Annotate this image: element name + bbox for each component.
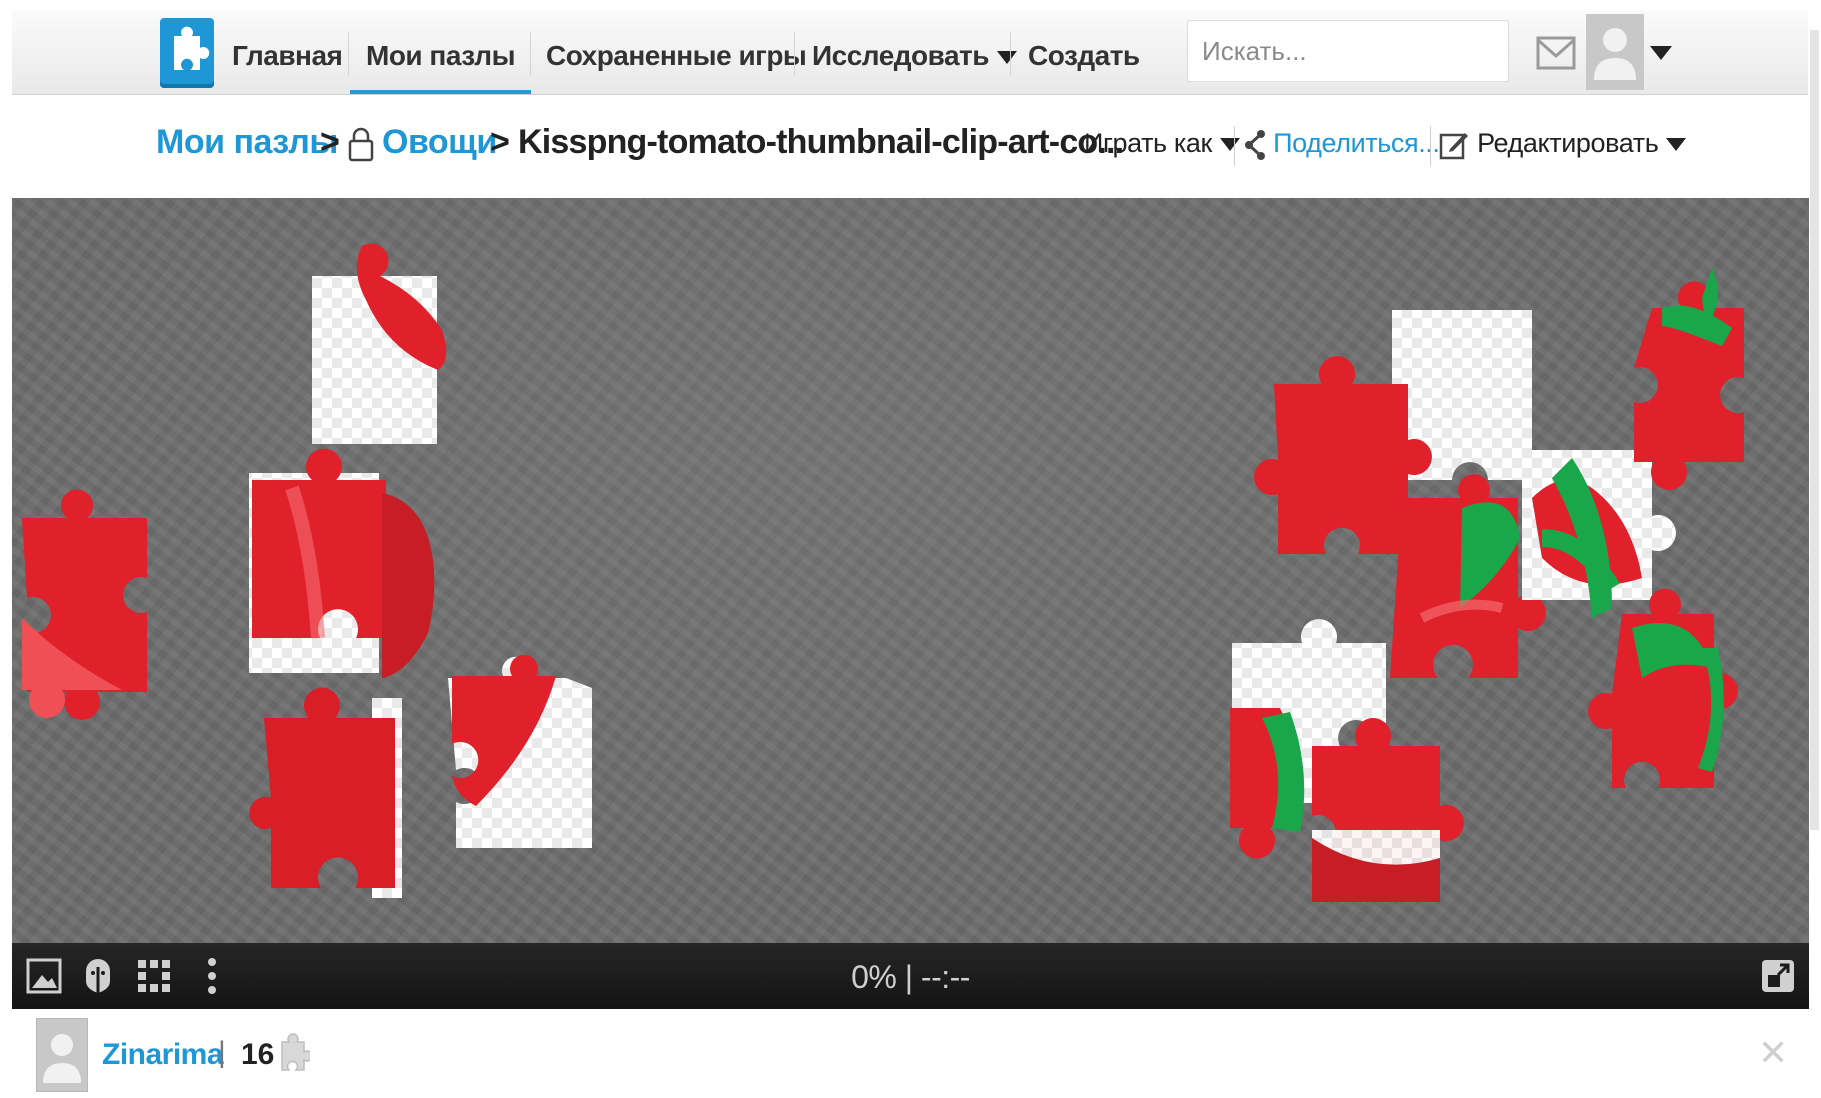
nav-create[interactable]: Создать xyxy=(1028,10,1140,94)
author-avatar[interactable] xyxy=(36,1018,88,1092)
puzzle-title: Kisspng-tomato-thumbnail-clip-art-co... xyxy=(518,123,1124,161)
nav-explore[interactable]: Исследовать xyxy=(812,10,1017,94)
edit-icon xyxy=(1439,132,1468,160)
puzzle-piece[interactable] xyxy=(22,489,147,720)
user-avatar-icon[interactable] xyxy=(1586,14,1644,90)
puzzle-piece[interactable] xyxy=(249,448,435,678)
progress-timer: 0% | --:-- xyxy=(851,959,970,995)
edit-button[interactable]: Редактировать xyxy=(1438,128,1687,161)
fullscreen-icon[interactable] xyxy=(1758,955,1798,997)
chevron-down-icon xyxy=(1219,138,1240,152)
breadcrumb-folder[interactable]: Овощи xyxy=(382,123,497,162)
nav-explore-label: Исследовать xyxy=(812,40,989,71)
chevron-down-icon xyxy=(996,51,1017,65)
mail-icon[interactable] xyxy=(1536,36,1576,70)
puzzle-board[interactable] xyxy=(12,198,1809,943)
search-input[interactable] xyxy=(1187,20,1509,82)
nav-saved-games[interactable]: Сохраненные игры xyxy=(546,10,807,94)
share-icon xyxy=(1245,129,1265,160)
footer-separator: | xyxy=(218,1036,226,1069)
lock-icon xyxy=(348,127,374,162)
puzzle-piece[interactable] xyxy=(312,243,447,444)
puzzle-piece[interactable] xyxy=(1588,588,1738,788)
breadcrumb-my-puzzles[interactable]: Мои пазлы xyxy=(156,123,338,162)
breadcrumb-separator: > xyxy=(320,123,340,161)
chevron-down-icon xyxy=(1666,138,1687,152)
puzzle-logo-icon[interactable] xyxy=(160,18,214,88)
top-navigation: Главная Мои пазлы Сохраненные игры Иссле… xyxy=(12,10,1808,95)
puzzle-piece[interactable] xyxy=(448,654,592,848)
close-icon[interactable]: ✕ xyxy=(1758,1032,1788,1074)
play-as-label: Играть как xyxy=(1084,128,1212,158)
piece-count: 16 xyxy=(241,1038,275,1071)
puzzle-piece[interactable] xyxy=(249,687,402,898)
play-as-button[interactable]: Играть как xyxy=(1084,128,1240,159)
share-button[interactable]: Поделиться... xyxy=(1244,128,1440,161)
author-link[interactable]: Zinarima xyxy=(102,1038,224,1072)
page-scrollbar[interactable] xyxy=(1810,30,1819,830)
edit-label: Редактировать xyxy=(1477,128,1659,158)
puzzle-piece-icon xyxy=(281,1033,310,1071)
puzzle-pieces-layer[interactable] xyxy=(12,198,1809,943)
breadcrumb-separator: > xyxy=(490,123,510,161)
puzzle-toolbar: 0% | --:-- xyxy=(12,943,1809,1009)
nav-home[interactable]: Главная xyxy=(232,10,343,94)
user-menu-chevron-icon[interactable] xyxy=(1650,46,1672,60)
nav-my-puzzles[interactable]: Мои пазлы xyxy=(350,10,531,94)
puzzle-piece[interactable] xyxy=(1634,268,1744,490)
share-label: Поделиться... xyxy=(1273,128,1440,158)
